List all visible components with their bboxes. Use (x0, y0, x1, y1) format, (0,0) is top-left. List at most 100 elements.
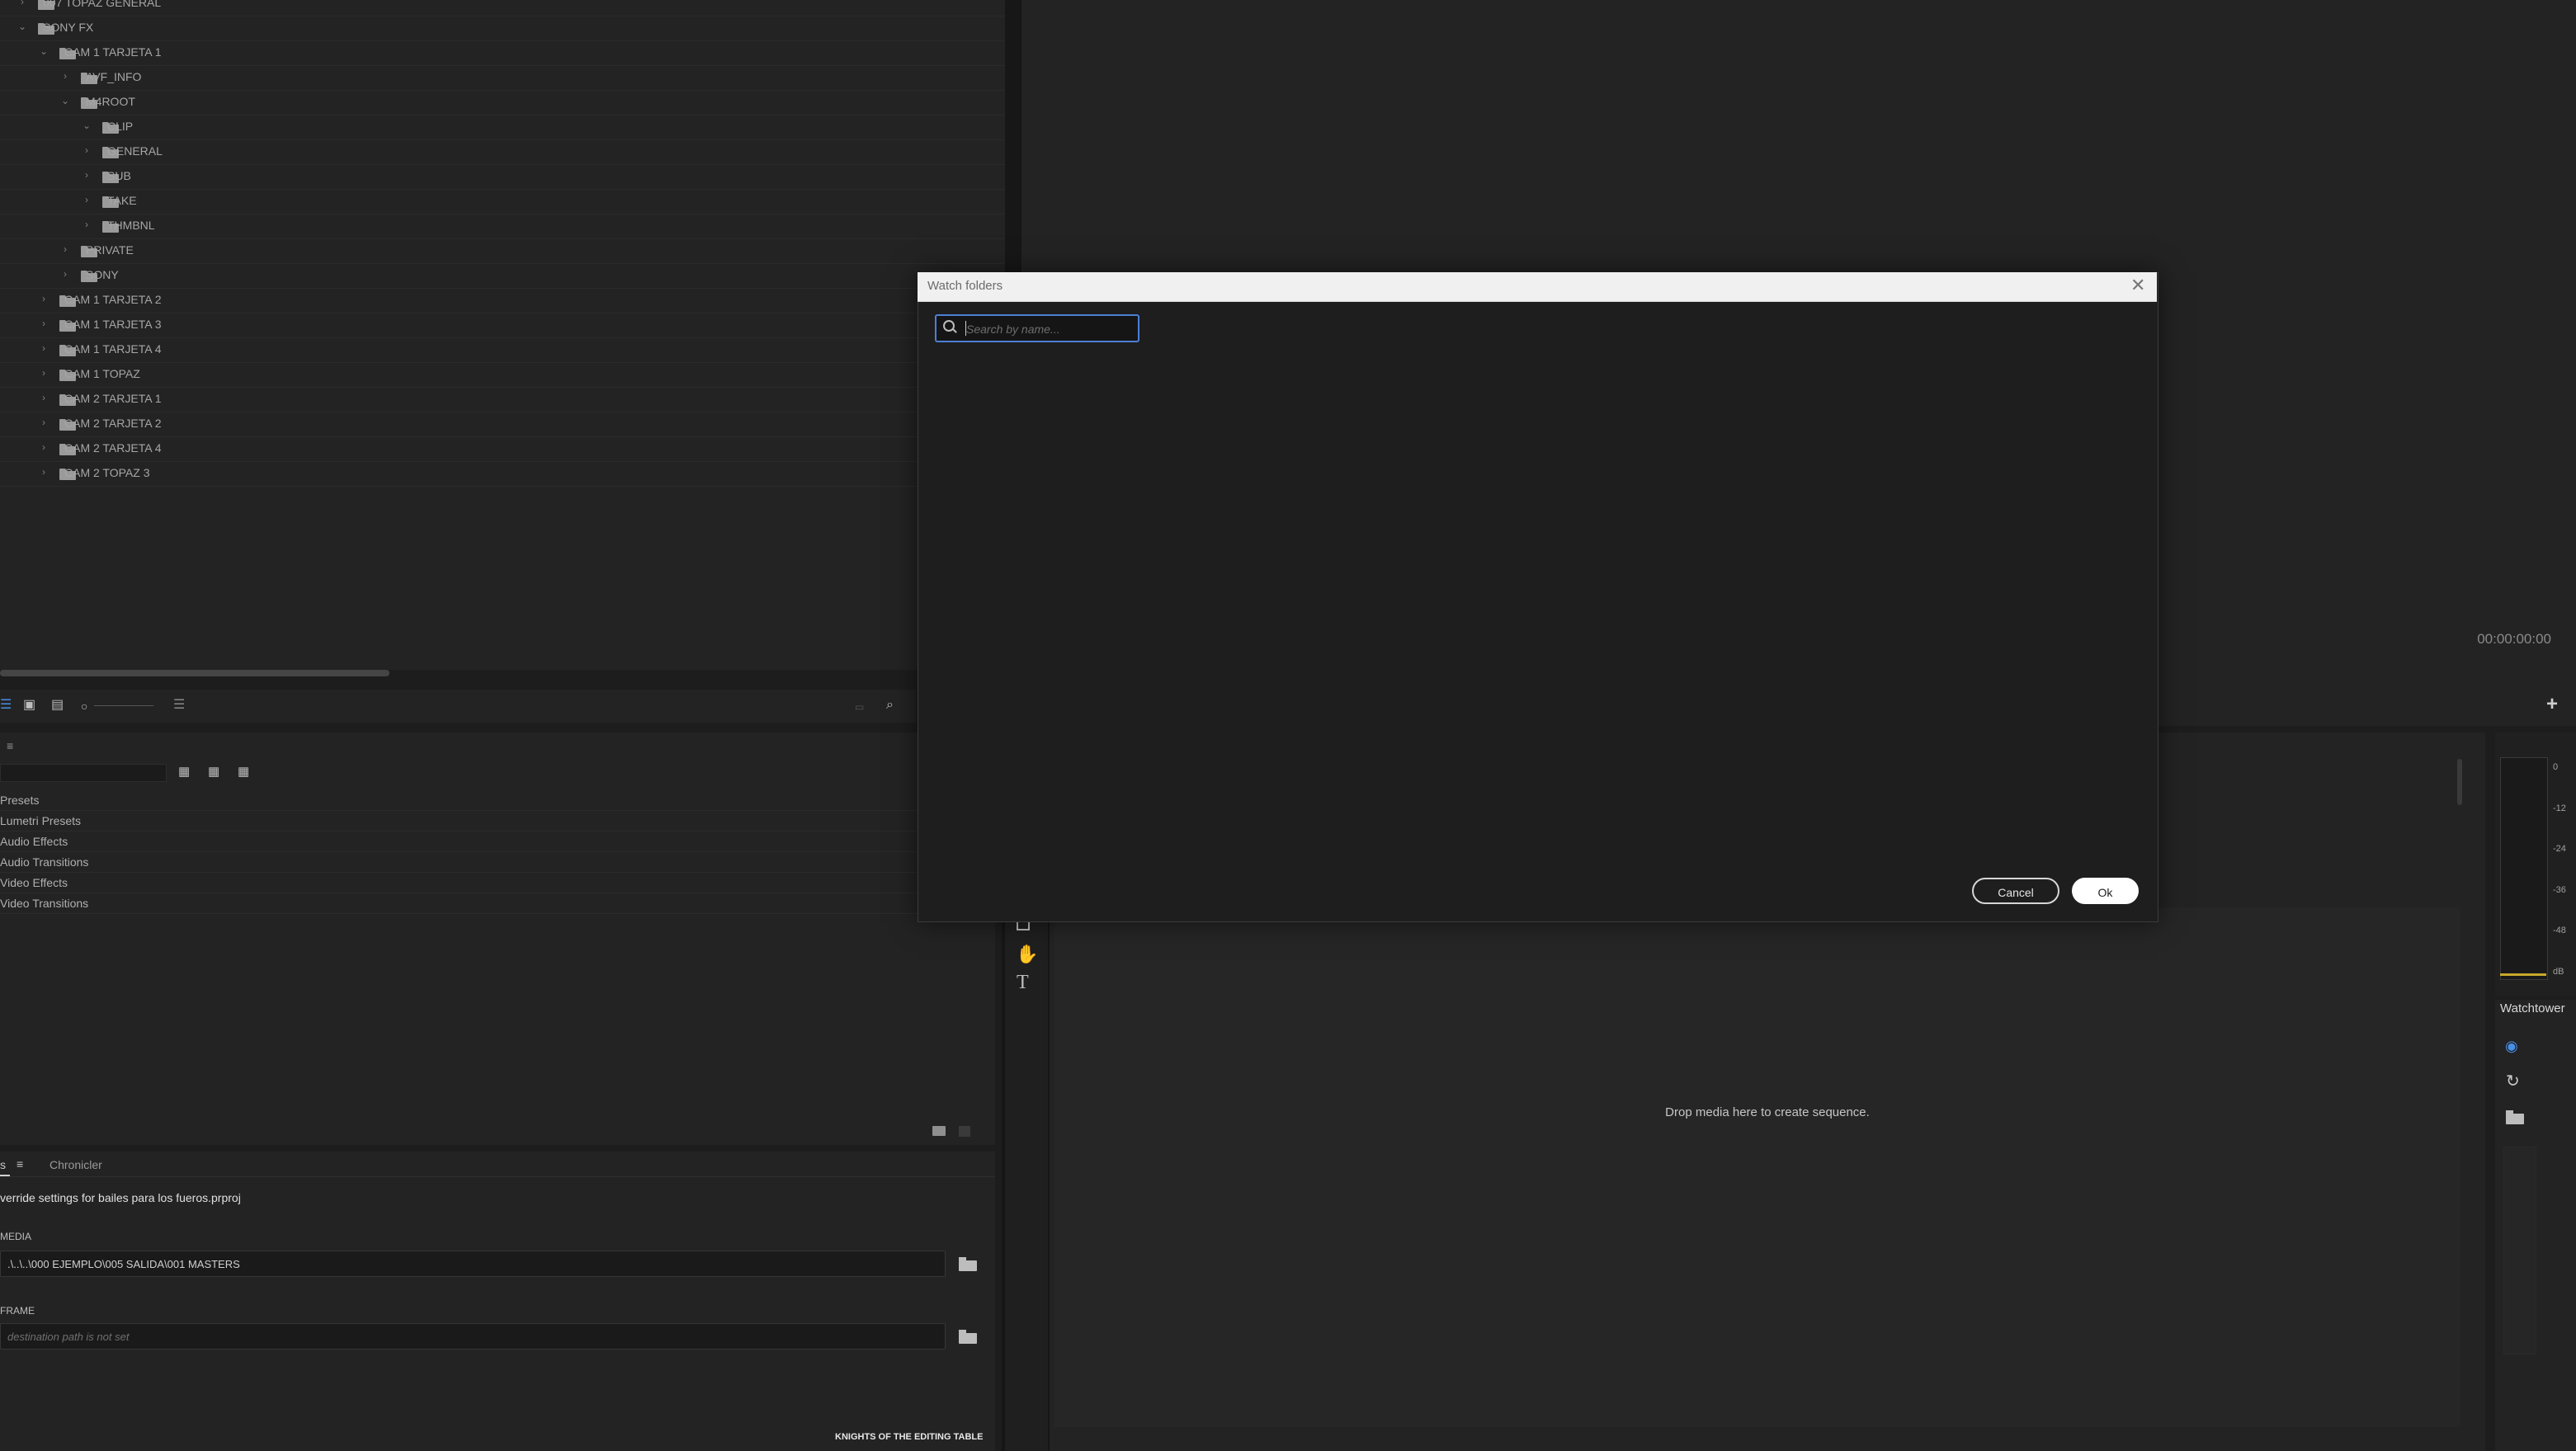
tree-row[interactable]: ⌄ SONY FX (0, 16, 1005, 41)
tab-partial[interactable]: s (0, 1158, 6, 1171)
chevron-right-icon[interactable]: › (38, 466, 50, 478)
eye-icon[interactable]: ◉ (2505, 1038, 2518, 1055)
program-timecode[interactable]: 00:00:00:00 (2477, 631, 2551, 648)
32bit-effects-icon[interactable]: ▦ (208, 764, 226, 780)
effects-list-item[interactable]: Audio Transitions (0, 852, 995, 873)
chevron-right-icon[interactable]: › (81, 144, 92, 156)
tree-row-label: CAM 1 TARJETA 4 (64, 342, 162, 356)
project-toolbar: ☰ ▣ ▤ ○ ☰ ▭ ⌕ (0, 690, 916, 723)
drop-media-hint: Drop media here to create sequence. (1665, 1105, 1870, 1119)
frame-path-field[interactable]: destination path is not set (0, 1323, 946, 1350)
tree-row[interactable]: › CAM 2 TOPAZ 3 (0, 462, 1005, 487)
chevron-right-icon[interactable]: › (38, 367, 50, 379)
effects-list-item[interactable]: Presets (0, 790, 995, 811)
hand-tool-icon[interactable]: ✋ (1016, 944, 1038, 965)
ok-button[interactable]: Ok (2072, 878, 2139, 904)
media-path-field[interactable]: .\..\..\000 EJEMPLO\005 SALIDA\001 MASTE… (0, 1251, 946, 1277)
project-horizontal-scrollbar[interactable] (0, 670, 389, 676)
accelerated-effects-icon[interactable]: ▦ (178, 764, 196, 780)
tree-row[interactable]: › CAM 1 TARJETA 3 (0, 313, 1005, 338)
tree-row[interactable]: › CAM 2 TARJETA 4 (0, 437, 1005, 462)
chevron-right-icon[interactable]: › (59, 243, 71, 255)
new-bin-icon[interactable] (932, 1126, 946, 1136)
tree-row[interactable]: › GENERAL (0, 140, 1005, 165)
tree-row[interactable]: › THMBNL (0, 214, 1005, 239)
icon-view-icon[interactable]: ▣ (23, 698, 35, 713)
tab-chronicler[interactable]: Chronicler (50, 1158, 102, 1171)
type-tool-icon[interactable]: T (1017, 972, 1029, 994)
tree-row[interactable]: › AVF_INFO (0, 66, 1005, 91)
effects-menu-icon[interactable]: ≡ (7, 739, 13, 752)
chevron-right-icon[interactable]: › (81, 219, 92, 230)
tree-row-label: SONY (86, 268, 119, 281)
tree-row[interactable]: › SUB (0, 165, 1005, 190)
cancel-button[interactable]: Cancel (1972, 878, 2059, 904)
chevron-right-icon[interactable]: › (59, 70, 71, 82)
chevron-down-icon[interactable]: ⌄ (81, 120, 92, 131)
effects-list-item[interactable]: Video Effects (0, 873, 995, 893)
tree-row[interactable]: › SONY (0, 264, 1005, 289)
watchtower-title[interactable]: Watchtower (2500, 1001, 2565, 1015)
folder-icon[interactable] (2506, 1110, 2524, 1124)
effects-list-item[interactable]: Lumetri Presets (0, 811, 995, 831)
tree-row[interactable]: › CAM 2 TARJETA 2 (0, 412, 1005, 437)
close-icon[interactable]: ✕ (2130, 275, 2145, 296)
tree-row[interactable]: › CAM 1 TARJETA 2 (0, 289, 1005, 313)
tree-row[interactable]: ⌄ M4ROOT (0, 91, 1005, 115)
media-browse-folder-icon[interactable] (959, 1257, 977, 1271)
chevron-right-icon[interactable]: › (38, 417, 50, 428)
yuv-effects-icon[interactable]: ▦ (238, 764, 256, 780)
tree-row[interactable]: › CAM 1 TOPAZ (0, 363, 1005, 388)
tree-row[interactable]: › TAKE (0, 190, 1005, 214)
refresh-icon[interactable]: ↻ (2506, 1071, 2520, 1091)
effects-list-item[interactable]: Audio Effects (0, 831, 995, 852)
chevron-right-icon[interactable]: › (38, 441, 50, 453)
search-icon-handle (952, 328, 957, 333)
chevron-right-icon[interactable]: › (17, 0, 28, 7)
search-input[interactable] (965, 321, 1133, 337)
tree-row[interactable]: › CAM 1 TARJETA 4 (0, 338, 1005, 363)
tree-row-label: 007 TOPAZ GENERAL (43, 0, 162, 9)
timeline-scrollbar[interactable] (2457, 759, 2462, 805)
chevron-down-icon[interactable]: ⌄ (17, 21, 28, 32)
chevron-right-icon[interactable]: › (38, 392, 50, 403)
chevron-right-icon[interactable]: › (81, 169, 92, 181)
footer-brand: KNIGHTS OF THE EDITING TABLE (835, 1432, 984, 1442)
chevron-right-icon[interactable]: › (81, 194, 92, 205)
tree-row[interactable]: › 007 TOPAZ GENERAL (0, 0, 1005, 16)
automate-to-sequence-icon[interactable]: ▭ (855, 700, 864, 714)
zoom-slider-track[interactable] (94, 705, 153, 706)
effects-list-item[interactable]: Video Transitions (0, 893, 995, 914)
tree-row[interactable]: › CAM 2 TARJETA 1 (0, 388, 1005, 412)
watch-folders-dialog (918, 272, 2158, 922)
meter-scale-label: -36 (2553, 884, 2566, 895)
chevron-right-icon[interactable]: › (59, 268, 71, 280)
tree-row[interactable]: ⌄ CLIP (0, 115, 1005, 140)
list-view-icon[interactable]: ☰ (0, 698, 12, 713)
tree-row-label: CAM 2 TARJETA 4 (64, 441, 162, 455)
chevron-right-icon[interactable]: › (38, 318, 50, 329)
chevron-down-icon[interactable]: ⌄ (59, 95, 71, 106)
tree-row-label: SUB (107, 169, 131, 182)
tab-menu-icon[interactable]: ≡ (17, 1157, 23, 1171)
search-box[interactable] (935, 314, 1139, 342)
freeform-view-icon[interactable]: ▤ (51, 698, 64, 713)
delete-icon[interactable] (959, 1126, 970, 1137)
tree-row[interactable]: › PRIVATE (0, 239, 1005, 264)
tree-row-label: PRIVATE (86, 243, 134, 257)
chevron-right-icon[interactable]: › (38, 342, 50, 354)
dialog-titlebar (918, 272, 2157, 302)
chevron-right-icon[interactable]: › (38, 293, 50, 304)
sort-icon[interactable]: ☰ (173, 698, 185, 713)
meter-scale-label: dB (2553, 966, 2564, 977)
chevron-down-icon[interactable]: ⌄ (38, 45, 50, 57)
tree-row-label: CAM 2 TOPAZ 3 (64, 466, 150, 479)
frame-browse-folder-icon[interactable] (959, 1330, 977, 1344)
search-icon[interactable]: ⌕ (886, 698, 894, 713)
timeline-drop-area[interactable] (1054, 907, 2460, 1427)
tree-row-label: CAM 2 TARJETA 1 (64, 392, 162, 405)
add-button[interactable]: + (2546, 693, 2558, 716)
tree-row[interactable]: ⌄ CAM 1 TARJETA 1 (0, 41, 1005, 66)
zoom-slider-knob-icon[interactable]: ○ (81, 699, 87, 714)
effects-search-input[interactable] (0, 764, 167, 782)
